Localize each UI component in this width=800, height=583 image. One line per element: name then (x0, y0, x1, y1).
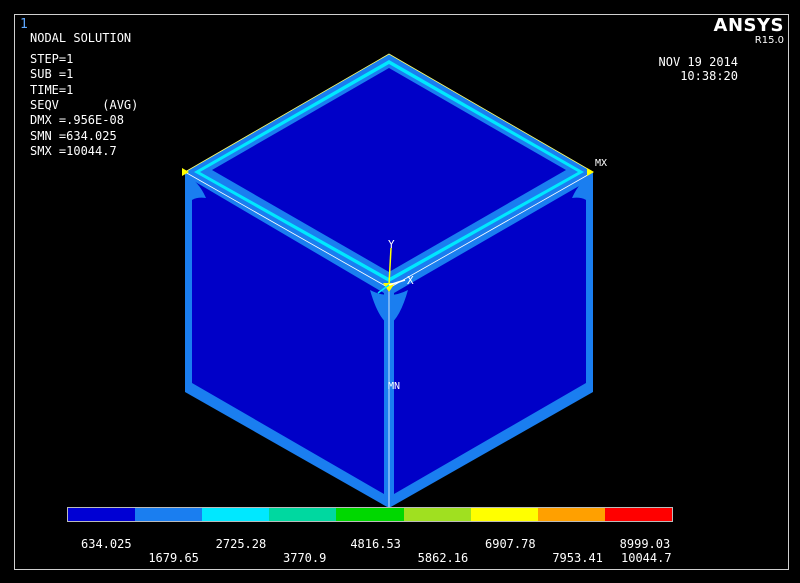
legend-color-cell (403, 508, 471, 521)
legend-color-cell (202, 508, 270, 521)
legend-color-cell (537, 508, 605, 521)
stress-contour-model[interactable]: Y X MX MN (0, 0, 800, 583)
legend-tick-label: 634.025 (81, 537, 132, 551)
legend-tick-label: 1679.65 (148, 551, 199, 565)
min-marker-label: MN (388, 381, 400, 392)
legend-tick-label: 4816.53 (350, 537, 401, 551)
legend-color-cell (269, 508, 337, 521)
legend-color-cell (135, 508, 203, 521)
legend-color-cell (470, 508, 538, 521)
legend-tick-label: 6907.78 (485, 537, 536, 551)
axis-y-label: Y (388, 238, 395, 251)
contour-legend-bar (67, 507, 673, 522)
legend-tick-label: 3770.9 (283, 551, 327, 565)
legend-tick-label: 5862.16 (417, 551, 469, 565)
legend-tick-label: 10044.7 (621, 551, 672, 565)
max-marker-label: MX (595, 158, 607, 169)
legend-color-cell (68, 508, 136, 521)
legend-color-cell (604, 508, 672, 521)
axis-x-label: X (407, 274, 414, 287)
legend-tick-label: 8999.03 (619, 537, 671, 551)
legend-tick-label: 2725.28 (215, 537, 267, 551)
legend-color-cell (336, 508, 404, 521)
legend-tick-label: 7953.41 (552, 551, 603, 565)
